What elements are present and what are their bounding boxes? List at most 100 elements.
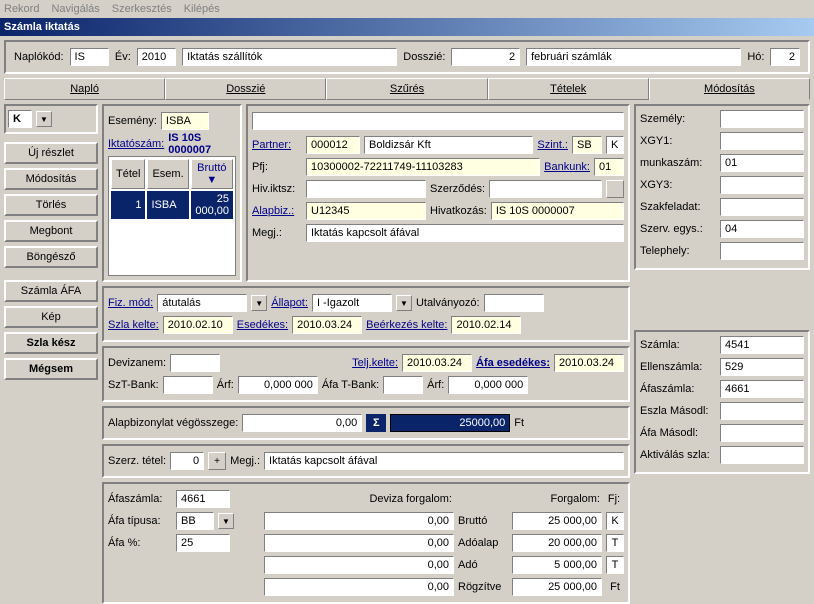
- aktivalas-szla-input[interactable]: [720, 446, 804, 464]
- iktatas-input[interactable]: Iktatás szállítók: [182, 48, 397, 66]
- menu-kilepes[interactable]: Kilépés: [184, 3, 220, 15]
- iktatoszam-label[interactable]: Iktatószám:: [108, 138, 164, 150]
- esedekes-label[interactable]: Esedékes:: [237, 319, 288, 331]
- afa-masodl-input[interactable]: [720, 424, 804, 442]
- megbont-button[interactable]: Megbont: [4, 220, 98, 242]
- arf2-input[interactable]: 0,000 000: [448, 376, 528, 394]
- allapot-input[interactable]: I -Igazolt: [312, 294, 392, 312]
- uj-reszlet-button[interactable]: Új részlet: [4, 142, 98, 164]
- fizmod-dropdown-icon[interactable]: ▼: [251, 295, 267, 311]
- szemely-input[interactable]: [720, 110, 804, 128]
- szint-label[interactable]: Szint.:: [537, 139, 568, 151]
- fj-0[interactable]: K: [606, 512, 624, 530]
- szerzodes-input[interactable]: [489, 180, 602, 198]
- table-row[interactable]: [111, 221, 233, 237]
- dosszie-num-input[interactable]: 2: [451, 48, 520, 66]
- partner-code-input[interactable]: 000012: [306, 136, 360, 154]
- alapbiz-input[interactable]: U12345: [306, 202, 426, 220]
- tetel-table[interactable]: Tétel Esem. Bruttó ▼ 1 ISBA 25 000,00: [108, 156, 236, 276]
- dev-0[interactable]: 0,00: [264, 512, 454, 530]
- allapot-label[interactable]: Állapot:: [271, 297, 308, 309]
- beerkezes-label[interactable]: Beérkezés kelte:: [366, 319, 447, 331]
- bankunk-input[interactable]: 01: [594, 158, 624, 176]
- megj-input[interactable]: Iktatás kapcsolt áfával: [306, 224, 624, 242]
- dev-3[interactable]: 0,00: [264, 578, 454, 596]
- ho-input[interactable]: 2: [770, 48, 800, 66]
- afa-tipusa-dropdown-icon[interactable]: ▼: [218, 513, 234, 529]
- tab-dosszie[interactable]: Dosszié: [165, 78, 326, 100]
- szerzodes-lookup-button[interactable]: [606, 180, 624, 198]
- teljkelte-input[interactable]: 2010.03.24: [402, 354, 472, 372]
- devizanem-input[interactable]: [170, 354, 220, 372]
- menu-rekord[interactable]: Rekord: [4, 3, 39, 15]
- forg-3[interactable]: 25 000,00: [512, 578, 602, 596]
- tab-szures[interactable]: Szűrés: [326, 78, 487, 100]
- table-row[interactable]: [111, 239, 233, 255]
- afa-pct-input[interactable]: 25: [176, 534, 230, 552]
- szerv-egys-input[interactable]: 04: [720, 220, 804, 238]
- szamla-input[interactable]: 4541: [720, 336, 804, 354]
- szamla-afa-button[interactable]: Számla ÁFA: [4, 280, 98, 302]
- partner-name-input[interactable]: Boldizsár Kft: [364, 136, 533, 154]
- szerz-tetel-input[interactable]: 0: [170, 452, 204, 470]
- fizmod-label[interactable]: Fiz. mód:: [108, 297, 153, 309]
- szint-k-input[interactable]: K: [606, 136, 624, 154]
- kep-button[interactable]: Kép: [4, 306, 98, 328]
- szint-input[interactable]: SB: [572, 136, 602, 154]
- ev-input[interactable]: 2010: [137, 48, 176, 66]
- szt-bank-input[interactable]: [163, 376, 213, 394]
- k-dropdown-icon[interactable]: ▼: [36, 111, 52, 127]
- afa-esedekes-input[interactable]: 2010.03.24: [554, 354, 624, 372]
- xgy1-input[interactable]: [720, 132, 804, 150]
- th-brutto[interactable]: Bruttó ▼: [191, 159, 233, 189]
- xgy3-input[interactable]: [720, 176, 804, 194]
- tab-naplo[interactable]: Napló: [4, 78, 165, 100]
- forg-0[interactable]: 25 000,00: [512, 512, 602, 530]
- ellenszamla-input[interactable]: 529: [720, 358, 804, 376]
- tab-modositas[interactable]: Módosítás: [649, 78, 810, 100]
- tab-tetelek[interactable]: Tételek: [488, 78, 649, 100]
- partner-label[interactable]: Partner:: [252, 139, 302, 151]
- afa-t-bank-input[interactable]: [383, 376, 423, 394]
- alapbiz-label[interactable]: Alapbiz.:: [252, 205, 302, 217]
- top-blank-input[interactable]: [252, 112, 624, 130]
- afaszamla2-input[interactable]: 4661: [720, 380, 804, 398]
- sigma-button[interactable]: Σ: [366, 414, 386, 432]
- eszla-masodl-input[interactable]: [720, 402, 804, 420]
- fj-2[interactable]: T: [606, 556, 624, 574]
- th-esem[interactable]: Esem.: [147, 159, 188, 189]
- hiviktsz-input[interactable]: [306, 180, 426, 198]
- esedekes-input[interactable]: 2010.03.24: [292, 316, 362, 334]
- table-row[interactable]: [111, 257, 233, 273]
- menu-szerkesztes[interactable]: Szerkesztés: [112, 3, 172, 15]
- beerkezes-input[interactable]: 2010.02.14: [451, 316, 521, 334]
- bankunk-label[interactable]: Bankunk:: [544, 161, 590, 173]
- teljkelte-label[interactable]: Telj.kelte:: [352, 357, 398, 369]
- forg-1[interactable]: 20 000,00: [512, 534, 602, 552]
- szakfeladat-input[interactable]: [720, 198, 804, 216]
- table-row[interactable]: 1 ISBA 25 000,00: [111, 191, 233, 219]
- hivatkozas-input[interactable]: IS 10S 0000007: [491, 202, 624, 220]
- modositas-button[interactable]: Módosítás: [4, 168, 98, 190]
- fj-1[interactable]: T: [606, 534, 624, 552]
- naplokod-input[interactable]: IS: [70, 48, 109, 66]
- afa-esedekes-label[interactable]: Áfa esedékes:: [476, 357, 550, 369]
- szla-kesz-button[interactable]: Szla kész: [4, 332, 98, 354]
- szerz-tetel-plus-button[interactable]: +: [208, 452, 226, 470]
- megj2-input[interactable]: Iktatás kapcsolt áfával: [264, 452, 624, 470]
- megsem-button[interactable]: Mégsem: [4, 358, 98, 380]
- bongeszo-button[interactable]: Böngésző: [4, 246, 98, 268]
- allapot-dropdown-icon[interactable]: ▼: [396, 295, 412, 311]
- szla-kelte-input[interactable]: 2010.02.10: [163, 316, 233, 334]
- szla-kelte-label[interactable]: Szla kelte:: [108, 319, 159, 331]
- th-tetel[interactable]: Tétel: [111, 159, 145, 189]
- k-input[interactable]: K: [8, 110, 32, 128]
- munkaszam-input[interactable]: 01: [720, 154, 804, 172]
- forg-2[interactable]: 5 000,00: [512, 556, 602, 574]
- alapbiz-vegossz-input[interactable]: 0,00: [242, 414, 362, 432]
- afaszamla-input[interactable]: 4661: [176, 490, 230, 508]
- dev-2[interactable]: 0,00: [264, 556, 454, 574]
- dosszie-name-input[interactable]: februári számlák: [526, 48, 741, 66]
- torles-button[interactable]: Törlés: [4, 194, 98, 216]
- dev-1[interactable]: 0,00: [264, 534, 454, 552]
